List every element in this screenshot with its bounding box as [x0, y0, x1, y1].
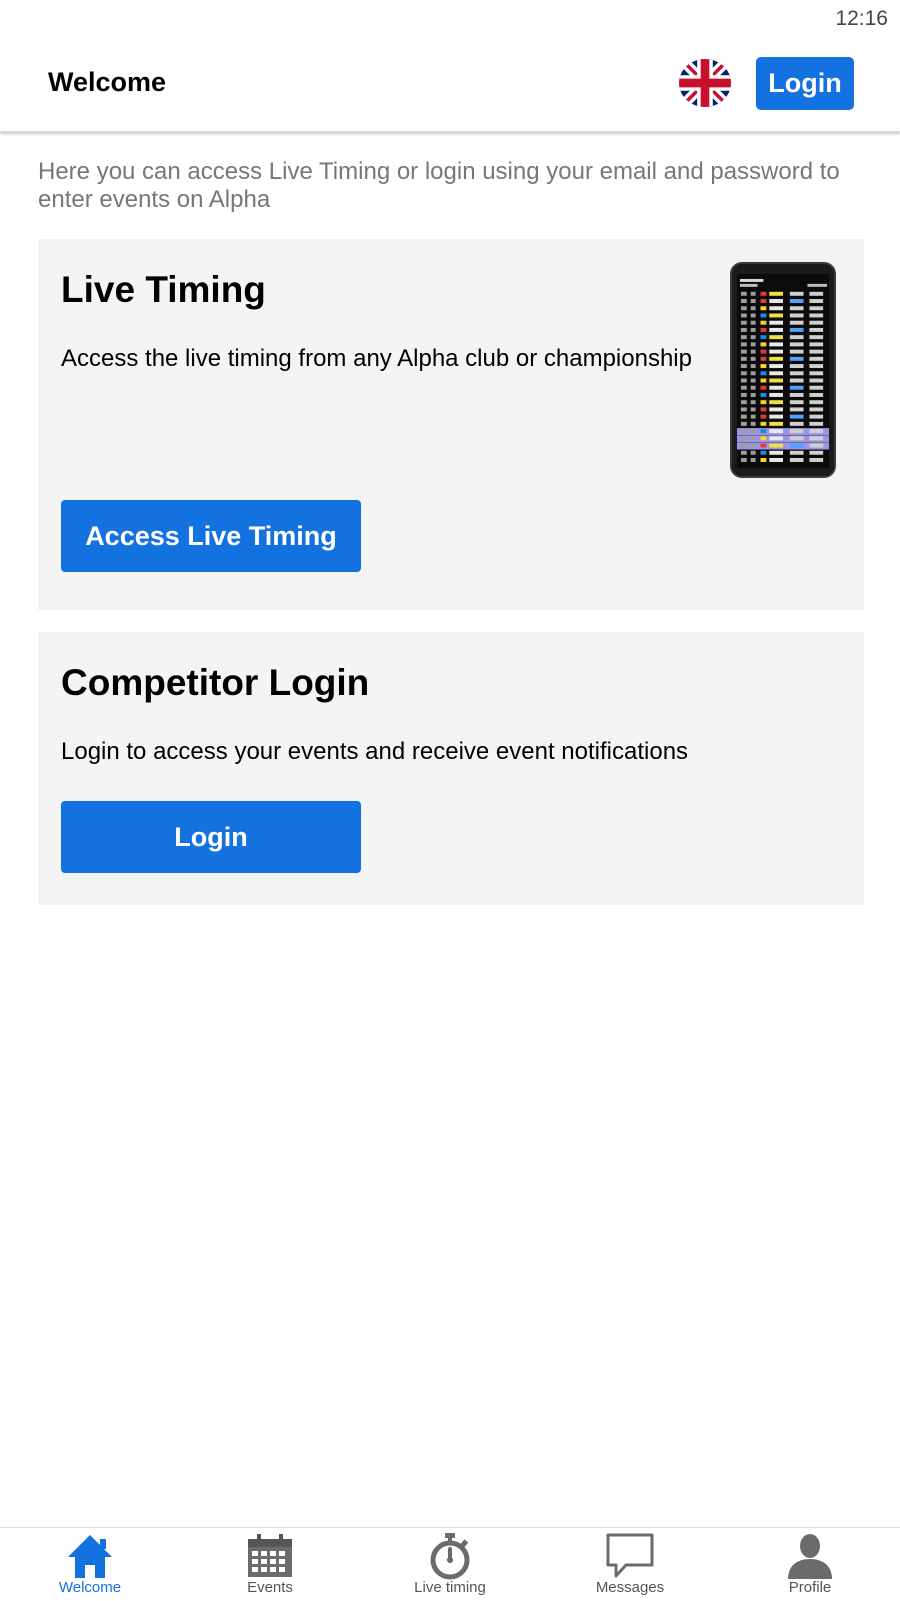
nav-label-welcome: Welcome [58, 1579, 122, 1596]
status-time: 12:16 [835, 7, 888, 30]
page-title: Welcome [48, 67, 167, 97]
uk-flag-icon[interactable] [679, 59, 731, 107]
nav-label-live-timing: Live timing [414, 1579, 486, 1596]
nav-label-profile: Profile [788, 1579, 832, 1596]
app-header: Welcome Login [0, 40, 900, 132]
live-timing-title: Live Timing [61, 269, 266, 310]
intro-text: Here you can access Live Timing or login… [38, 158, 840, 213]
nav-item-messages[interactable]: Messages [540, 1528, 720, 1601]
nav-label-events: Events [247, 1579, 293, 1596]
nav-label-messages: Messages [595, 1579, 665, 1596]
calendar-icon [244, 1531, 296, 1581]
nav-item-live-timing[interactable]: Live timing [360, 1528, 540, 1601]
nav-item-profile[interactable]: Profile [720, 1528, 900, 1601]
live-timing-description: Access the live timing from any Alpha cl… [61, 345, 692, 372]
access-live-timing-button[interactable]: Access Live Timing [61, 500, 361, 572]
login-button[interactable]: Login [61, 801, 361, 873]
competitor-login-description: Login to access your events and receive … [61, 738, 689, 765]
home-icon [64, 1531, 116, 1581]
message-icon [604, 1531, 656, 1581]
stopwatch-icon [424, 1531, 476, 1581]
competitor-login-card: Competitor Login Login to access your ev… [38, 632, 864, 905]
status-bar: 12:16 [0, 0, 900, 40]
nav-item-welcome[interactable]: Welcome [0, 1528, 180, 1601]
phone-screen [737, 274, 829, 468]
nav-item-events[interactable]: Events [180, 1528, 360, 1601]
header-login-button[interactable]: Login [756, 57, 854, 110]
person-icon [784, 1531, 836, 1581]
phone-live-timing-screenshot [730, 262, 836, 478]
live-timing-card: Live Timing Access the live timing from … [38, 239, 864, 610]
competitor-login-title: Competitor Login [61, 662, 370, 703]
bottom-nav: Welcome Events Live timing Messages Prof… [0, 1527, 900, 1600]
